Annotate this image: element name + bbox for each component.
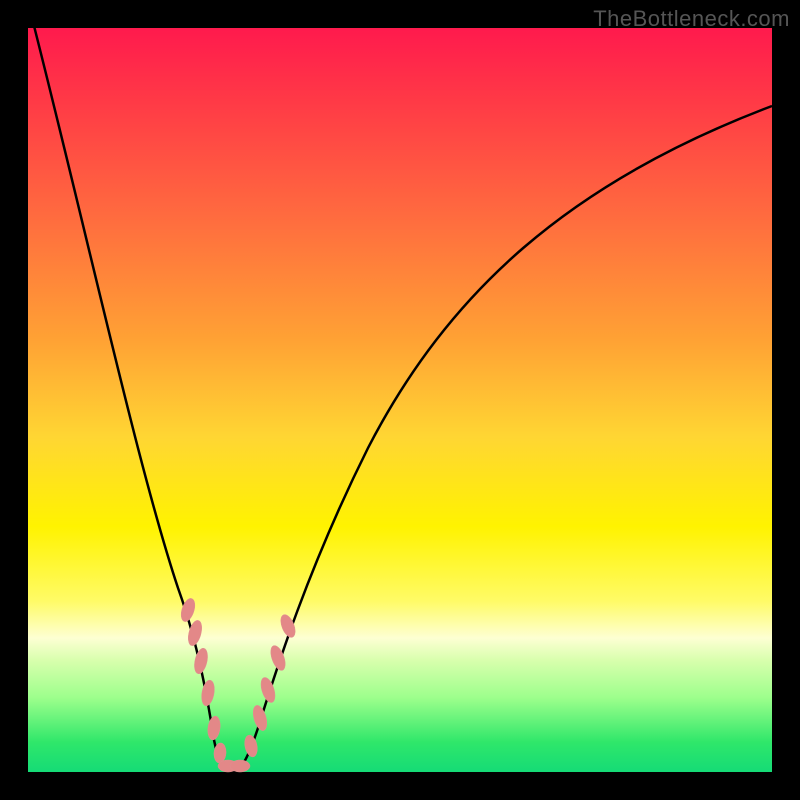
marker-group xyxy=(179,597,298,772)
bottleneck-curve xyxy=(32,18,772,772)
curve-svg xyxy=(28,28,772,772)
watermark-text: TheBottleneck.com xyxy=(593,6,790,32)
plot-area xyxy=(28,28,772,772)
chart-frame: TheBottleneck.com xyxy=(0,0,800,800)
